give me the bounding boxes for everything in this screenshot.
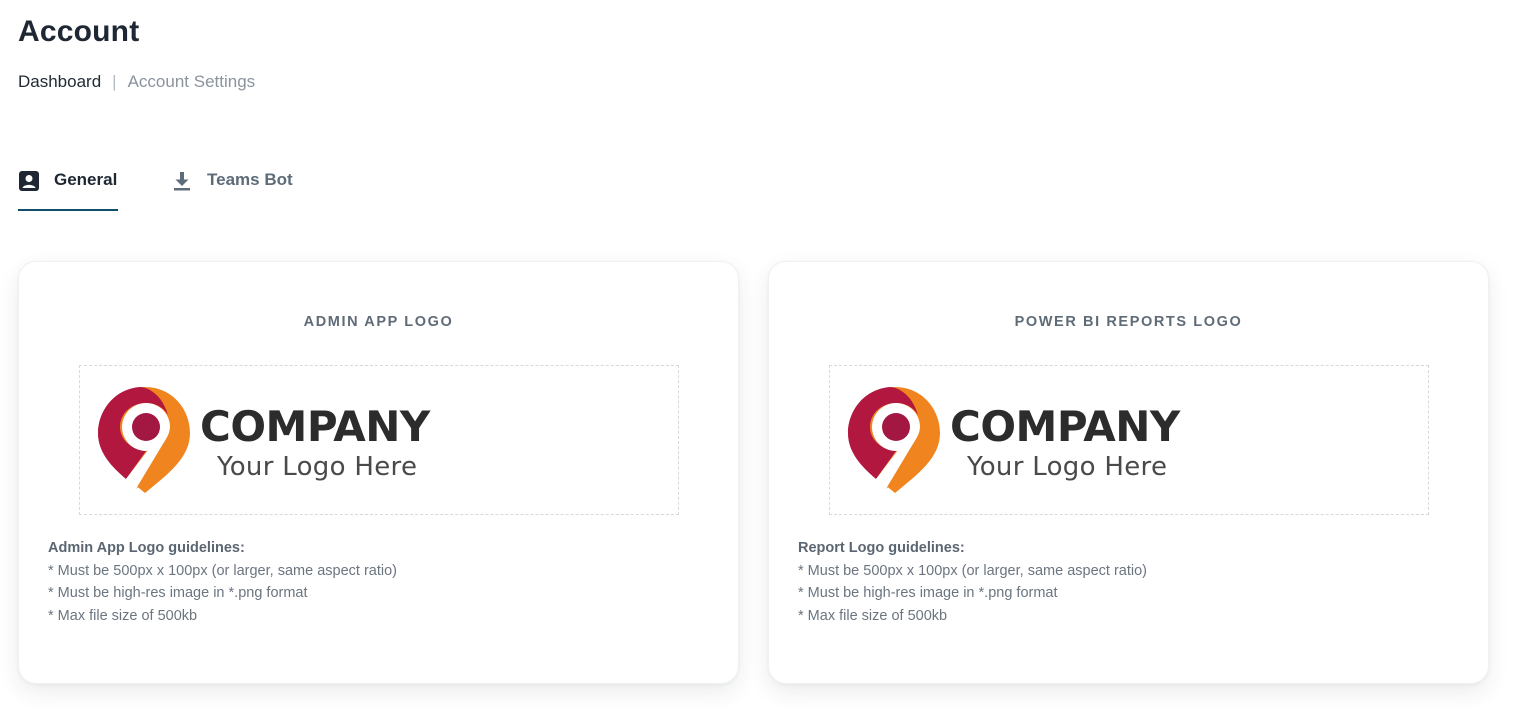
guideline-item: * Must be 500px x 100px (or larger, same… [48,562,397,579]
card-heading: POWER BI REPORTS LOGO [1014,314,1243,330]
guideline-item: * Must be high-res image in *.png format [48,585,308,601]
power-bi-reports-logo-card: POWER BI REPORTS LOGO COMPANY Your Logo … [768,261,1489,684]
tab-bar: General Teams Bot [18,164,293,211]
guidelines-title: Admin App Logo guidelines: [48,540,245,556]
guideline-item: * Max file size of 500kb [48,607,198,624]
logo-upload-area[interactable]: COMPANY Your Logo Here [829,365,1429,515]
breadcrumb-dashboard-link[interactable]: Dashboard [18,72,101,92]
logo-guidelines: Report Logo guidelines: * Must be 500px … [798,537,1147,627]
tab-general[interactable]: General [18,164,118,211]
logo-tagline-text: Your Logo Here [217,452,418,482]
tab-teams-bot-label: Teams Bot [207,170,293,189]
logo-upload-area[interactable]: COMPANY Your Logo Here [79,365,679,515]
guidelines-title: Report Logo guidelines: [798,540,965,556]
logo-tagline-text: Your Logo Here [967,452,1168,482]
account-page: Account Dashboard | Account Settings Gen… [0,0,1515,717]
download-icon [171,170,193,192]
logo-company-text: COMPANY [200,402,430,451]
guideline-item: * Must be 500px x 100px (or larger, same… [798,562,1147,579]
breadcrumb: Dashboard | Account Settings [18,72,255,92]
card-heading: ADMIN APP LOGO [303,314,454,330]
company-logo-icon [98,387,190,493]
admin-app-logo-card: ADMIN APP LOGO COMPANY Your Logo Here Ad… [18,261,739,684]
breadcrumb-current: Account Settings [127,72,256,91]
company-logo-icon [848,387,940,493]
account-box-icon [18,170,40,192]
logo-guidelines: Admin App Logo guidelines: * Must be 500… [48,537,397,627]
tab-teams-bot[interactable]: Teams Bot [171,164,293,211]
guideline-item: * Must be high-res image in *.png format [798,585,1058,601]
guideline-item: * Max file size of 500kb [798,607,948,624]
tab-general-label: General [54,170,118,189]
logo-company-text: COMPANY [950,402,1180,451]
page-title: Account [18,15,140,48]
breadcrumb-separator: | [112,72,117,91]
